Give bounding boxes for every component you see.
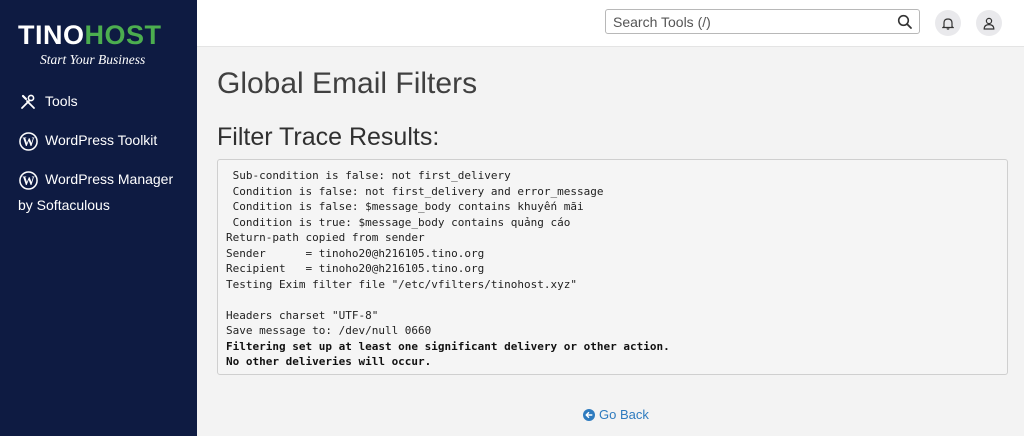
trace-line: Sender = tinoho20@h216105.tino.org: [226, 246, 485, 260]
trace-line: [226, 292, 999, 308]
user-icon: [983, 17, 995, 30]
trace-line: No other deliveries will occur.: [226, 355, 432, 368]
trace-line: Condition is false: not first_delivery a…: [226, 184, 604, 198]
search-input[interactable]: [606, 10, 900, 33]
sidebar-item-wordpress-manager[interactable]: W WordPress Manager by Softaculous: [0, 170, 197, 215]
search-box: [605, 9, 920, 34]
arrow-left-circle-icon: [583, 408, 595, 421]
brand-logo[interactable]: TINOHOST Start Your Business: [18, 20, 188, 68]
trace-results-box: Sub-condition is false: not first_delive…: [217, 159, 1008, 375]
trace-line: Sub-condition is false: not first_delive…: [226, 169, 511, 182]
page-title: Global Email Filters: [217, 67, 478, 100]
sidebar-item-label: WordPress Toolkit: [45, 132, 158, 148]
notifications-button[interactable]: [935, 10, 961, 36]
go-back-label: Go Back: [599, 407, 649, 422]
wordpress-icon: W: [18, 170, 38, 190]
svg-text:W: W: [22, 173, 35, 187]
trace-line: Filtering set up at least one significan…: [226, 339, 670, 353]
sidebar-item-wordpress-toolkit[interactable]: W WordPress Toolkit: [0, 131, 197, 151]
bell-icon: [942, 17, 954, 30]
go-back-link[interactable]: Go Back: [583, 407, 649, 422]
trace-line: Save message to: /dev/null 0660: [226, 324, 432, 337]
sidebar-item-sublabel: by Softaculous: [18, 197, 110, 213]
brand-name-part1: TINO: [18, 20, 85, 50]
trace-line: Condition is false: $message_body contai…: [226, 200, 584, 213]
sidebar-item-tools[interactable]: Tools: [0, 92, 197, 112]
top-header: [197, 0, 1024, 47]
trace-line: Testing Exim filter file "/etc/vfilters/…: [226, 277, 577, 291]
sidebar-item-label: Tools: [45, 93, 78, 109]
trace-line: Recipient = tinoho20@h216105.tino.org: [226, 262, 485, 275]
brand-tagline: Start Your Business: [40, 52, 146, 67]
search-icon[interactable]: [897, 14, 913, 30]
wordpress-icon: W: [18, 131, 38, 151]
user-menu-button[interactable]: [976, 10, 1002, 36]
sidebar: TINOHOST Start Your Business Tools W Wor…: [0, 0, 197, 436]
sidebar-nav: Tools W WordPress Toolkit W WordPress Ma…: [0, 92, 197, 234]
section-title: Filter Trace Results:: [217, 123, 440, 151]
svg-text:W: W: [22, 134, 35, 148]
sidebar-item-label: WordPress Manager: [45, 171, 174, 187]
trace-line: Return-path copied from sender: [226, 231, 425, 244]
tools-icon: [18, 92, 38, 112]
trace-line: Condition is true: $message_body contain…: [226, 215, 571, 229]
trace-line: Headers charset "UTF-8": [226, 308, 379, 322]
brand-name-part2: HOST: [84, 20, 162, 50]
